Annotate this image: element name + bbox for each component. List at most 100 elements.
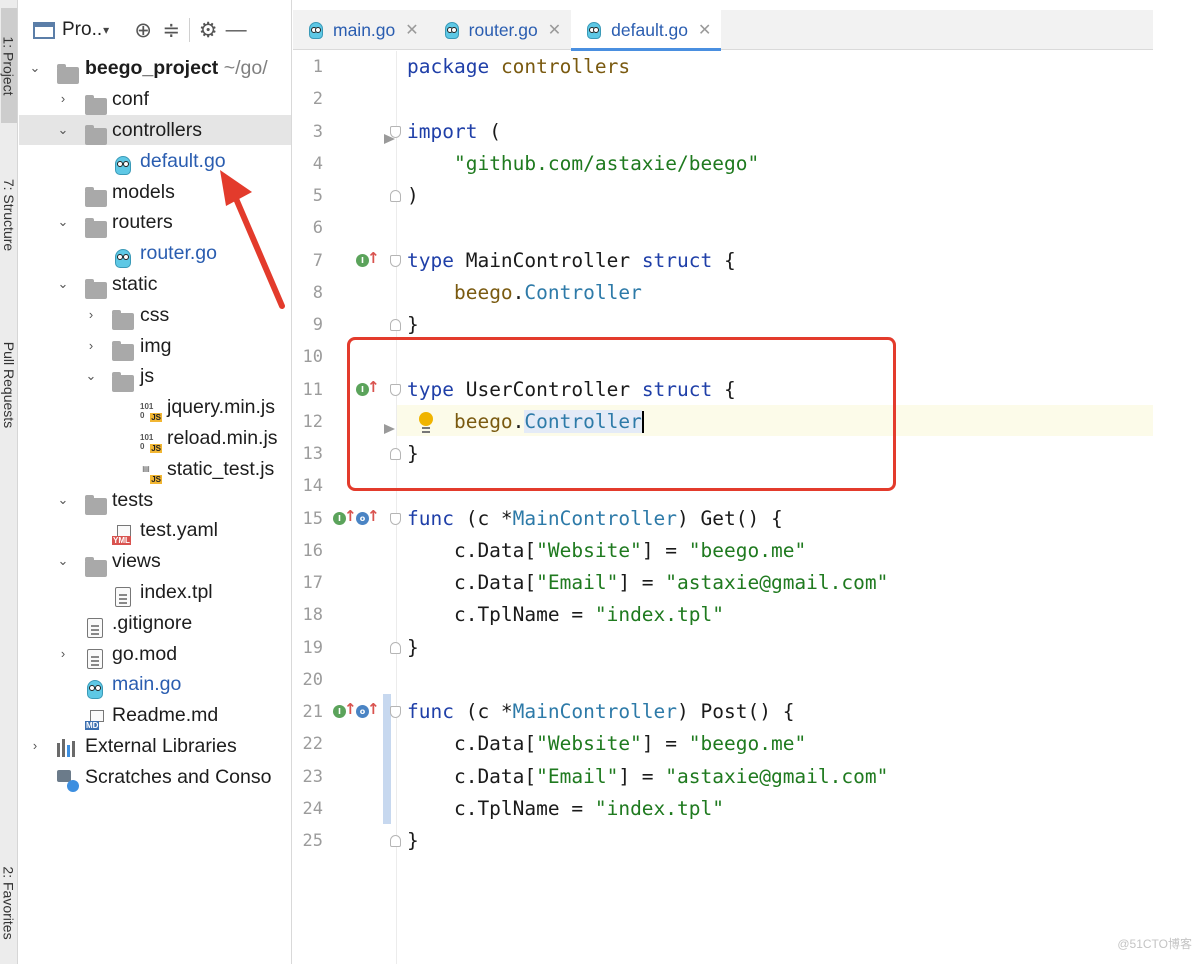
chevron-down-icon[interactable]: ⌄ <box>55 207 71 237</box>
tree-item-default-go[interactable]: default.go <box>19 145 291 176</box>
folder-icon <box>112 371 134 392</box>
fold-icon[interactable] <box>390 641 401 654</box>
chevron-down-icon[interactable]: ⌄ <box>27 53 43 83</box>
code-text: c.Data["Website"] = "beego.me" <box>407 732 807 756</box>
tree-item-router-go[interactable]: router.go <box>19 238 291 269</box>
line-number: 11 <box>302 379 323 400</box>
arrow-up-icon[interactable]: ↑ <box>367 702 380 717</box>
arrow-up-icon[interactable]: ↑ <box>367 508 380 523</box>
tree-item-views[interactable]: ⌄ views <box>19 546 291 577</box>
tree-item-js[interactable]: ⌄ js <box>19 361 291 392</box>
ignored-file-icon <box>87 617 103 638</box>
pull-requests-tool-tab[interactable]: Pull Requests <box>1 315 17 455</box>
chevron-right-icon[interactable]: › <box>83 300 99 330</box>
go-file-icon <box>115 248 131 268</box>
chevron-down-icon[interactable]: ⌄ <box>55 115 71 145</box>
tree-item-tests[interactable]: ⌄ tests <box>19 484 291 516</box>
tree-item-index-tpl[interactable]: index.tpl <box>19 577 291 608</box>
close-icon[interactable]: ✕ <box>405 20 418 40</box>
code-text: beego.Controller <box>453 409 644 434</box>
chevron-right-icon[interactable]: › <box>83 331 99 361</box>
arrow-up-icon[interactable]: ↑ <box>367 379 380 394</box>
library-icon <box>57 738 79 757</box>
tab-label: main.go <box>333 19 396 40</box>
minimize-icon[interactable]: — <box>222 16 250 44</box>
tab-label: default.go <box>611 19 689 40</box>
tree-item-routers[interactable]: ⌄ routers <box>19 207 291 238</box>
code-text: func (c *MainController) Get() { <box>407 506 783 530</box>
line-number: 8 <box>312 282 323 303</box>
tree-item-conf[interactable]: › conf <box>19 84 291 115</box>
collapse-icon[interactable]: ≑ <box>157 16 185 44</box>
code-line: 8 beego.Controller <box>293 277 1153 309</box>
tree-item-gitignore[interactable]: .gitignore <box>19 607 291 638</box>
tree-item-test-yaml[interactable]: YML test.yaml <box>19 515 291 546</box>
close-icon[interactable]: ✕ <box>548 20 561 40</box>
chevron-down-icon[interactable]: ⌄ <box>55 485 71 515</box>
gear-icon[interactable]: ⚙ <box>194 16 222 44</box>
fold-icon[interactable] <box>390 383 401 396</box>
tab-main-go[interactable]: main.go ✕ <box>293 10 429 50</box>
arrow-up-icon[interactable]: ↑ <box>344 508 357 523</box>
project-view-selector[interactable]: Pro.. ▾ <box>33 19 109 41</box>
chevron-down-icon[interactable]: ⌄ <box>55 269 71 299</box>
tree-item-label: static <box>112 272 158 295</box>
chevron-down-icon[interactable]: ⌄ <box>55 546 71 576</box>
close-icon[interactable]: ✕ <box>698 20 711 40</box>
fold-icon[interactable] <box>390 835 401 847</box>
fold-icon[interactable] <box>390 448 401 460</box>
structure-tool-tab[interactable]: 7: Structure <box>1 150 17 280</box>
code-line: 10 <box>293 341 1153 373</box>
tree-item-main-go[interactable]: main.go <box>19 669 291 700</box>
crosshair-icon[interactable]: ⊕ <box>129 16 157 44</box>
fold-icon[interactable] <box>390 706 401 718</box>
line-number: 6 <box>312 218 323 239</box>
tree-item-scratches[interactable]: Scratches and Conso <box>19 761 291 792</box>
tree-item-models[interactable]: models <box>19 176 291 208</box>
code-line: 9 } <box>293 309 1153 341</box>
tab-label: router.go <box>468 19 538 40</box>
tree-item-label: Readme.md <box>112 704 219 727</box>
tree-item-img[interactable]: › img <box>19 330 291 362</box>
tree-item-controllers[interactable]: ⌄ controllers <box>19 114 291 146</box>
tree-item-reload-min-js[interactable]: 101 0 JS reload.min.js <box>19 423 291 454</box>
arrow-up-icon[interactable]: ↑ <box>344 702 357 717</box>
tree-item-go-mod[interactable]: › go.mod <box>19 638 291 669</box>
tree-item-static[interactable]: ⌄ static <box>19 269 291 300</box>
line-number: 4 <box>312 153 323 174</box>
project-tool-tab[interactable]: 1: Project <box>1 8 17 123</box>
chevron-right-icon[interactable]: › <box>55 639 71 669</box>
code-line: 1 package controllers <box>293 51 1153 83</box>
tree-item-label: tests <box>112 488 154 511</box>
tab-router-go[interactable]: router.go ✕ <box>429 10 571 50</box>
arrow-up-icon[interactable]: ↑ <box>367 250 380 265</box>
text-cursor <box>641 411 644 434</box>
fold-icon[interactable] <box>390 512 401 525</box>
line-number: 1 <box>312 57 323 77</box>
tree-item-css[interactable]: › css <box>19 299 291 331</box>
tab-default-go[interactable]: default.go ✕ <box>571 10 722 51</box>
go-file-icon <box>115 156 131 176</box>
code-line: 23 c.Data["Email"] = "astaxie@gmail.com" <box>293 761 1153 793</box>
run-marker-icon <box>384 133 395 144</box>
chevron-down-icon[interactable]: ⌄ <box>83 361 99 391</box>
code-text: } <box>407 829 419 852</box>
tree-item-jquery-min-js[interactable]: 101 0 JS jquery.min.js <box>19 392 291 423</box>
scratches-icon <box>57 769 79 792</box>
chevron-right-icon[interactable]: › <box>27 731 43 761</box>
chevron-right-icon[interactable]: › <box>55 84 71 114</box>
tree-item-external-libraries[interactable]: › External Libraries <box>19 731 291 762</box>
go-file-icon <box>309 21 323 39</box>
code-area[interactable]: 1 package controllers 2 3 import ( 4 "gi… <box>293 51 1153 857</box>
favorites-tool-tab[interactable]: 2: Favorites <box>1 845 17 960</box>
tree-item-label: views <box>112 550 161 573</box>
code-line: 18 c.TplName = "index.tpl" <box>293 599 1153 631</box>
fold-icon[interactable] <box>390 319 401 331</box>
fold-icon[interactable] <box>390 190 401 202</box>
tree-item-beego-project[interactable]: ⌄ beego_project ~/go/ <box>19 53 291 84</box>
tree-item-label: main.go <box>112 673 182 696</box>
tree-item-label: css <box>140 303 170 326</box>
fold-icon[interactable] <box>390 254 401 267</box>
tree-item-static-test-js[interactable]: ▤ JS static_test.js <box>19 453 291 484</box>
tree-item-readme-md[interactable]: MD Readme.md <box>19 700 291 731</box>
